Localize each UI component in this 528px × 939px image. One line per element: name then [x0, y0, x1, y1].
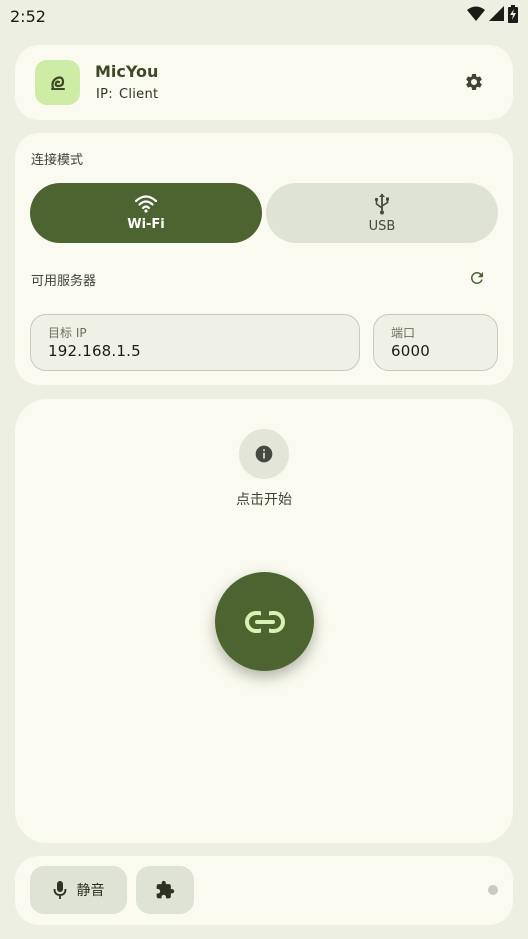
battery-charging-icon [508, 5, 518, 27]
mode-wifi-button[interactable]: Wi-Fi [30, 183, 262, 243]
start-hint: 点击开始 [236, 492, 292, 508]
settings-button[interactable] [463, 71, 485, 93]
navigation-strip [0, 930, 528, 939]
port-label: 端口 [391, 326, 416, 340]
port-value: 6000 [391, 342, 430, 360]
app-title: MicYou [95, 62, 159, 81]
refresh-button[interactable] [467, 268, 487, 288]
available-servers-label: 可用服务器 [31, 274, 97, 289]
target-ip-value: 192.168.1.5 [48, 342, 141, 360]
refresh-icon [470, 272, 483, 284]
link-icon [244, 610, 285, 633]
connection-mode-label: 连接模式 [31, 153, 84, 168]
mode-usb-label: USB [368, 218, 396, 234]
plugin-button[interactable] [136, 866, 194, 914]
wifi-signal-icon [467, 6, 485, 26]
gear-icon [466, 73, 482, 90]
app-ip-row: IP: Client [96, 87, 158, 102]
mute-label: 静音 [76, 883, 105, 899]
app-logo-icon [35, 60, 80, 105]
header-card: MicYou IP: Client [15, 45, 513, 120]
port-field[interactable]: 端口 6000 [373, 314, 498, 371]
ip-label: IP: [96, 87, 113, 102]
main-card: 点击开始 [15, 399, 513, 843]
usb-icon [374, 193, 389, 214]
mode-usb-button[interactable]: USB [266, 183, 498, 243]
connection-status-dot [488, 885, 498, 895]
ip-value: Client [118, 87, 159, 102]
cell-signal-icon [489, 6, 504, 26]
info-badge [239, 429, 289, 479]
status-icons [467, 5, 518, 27]
microphone-icon [53, 881, 66, 899]
wifi-icon [135, 194, 157, 213]
puzzle-icon [156, 880, 175, 899]
bottom-bar: 静音 [15, 856, 513, 925]
status-time: 2:52 [10, 6, 46, 26]
connection-card: 连接模式 Wi-Fi USB 可用服务器 目标 IP 192.168.1.5 端… [15, 133, 513, 385]
mute-button[interactable]: 静音 [30, 866, 127, 914]
mode-wifi-label: Wi-Fi [127, 216, 165, 232]
target-ip-label: 目标 IP [48, 326, 87, 340]
status-bar: 2:52 [0, 0, 528, 32]
info-icon [255, 445, 273, 463]
target-ip-field[interactable]: 目标 IP 192.168.1.5 [30, 314, 360, 371]
connect-button[interactable] [215, 572, 314, 671]
